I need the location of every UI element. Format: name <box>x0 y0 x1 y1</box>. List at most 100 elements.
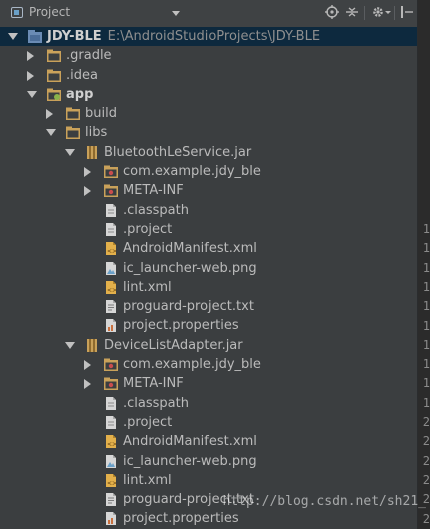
folder-icon <box>65 106 81 121</box>
line-number: 1 <box>422 241 430 256</box>
properties-file-icon <box>103 511 119 526</box>
tree-row[interactable]: libs <box>0 123 417 142</box>
tree-item-label: .project <box>123 414 173 430</box>
tree-item-label: AndroidManifest.xml <box>123 434 257 450</box>
toolbar-separator <box>364 6 365 20</box>
jar-icon <box>84 338 100 353</box>
tree-item-label: AndroidManifest.xml <box>123 241 257 257</box>
tree-row[interactable]: <> AndroidManifest.xml <box>0 432 417 451</box>
folder-icon <box>46 68 62 83</box>
gear-dropdown-icon[interactable] <box>384 5 392 21</box>
tree-row[interactable]: <> AndroidManifest.xml <box>0 239 417 258</box>
tree-row[interactable]: <> lint.xml <box>0 471 417 490</box>
jar-icon <box>84 145 100 160</box>
tree-row[interactable]: ic_launcher-web.png <box>0 452 417 471</box>
tree-row[interactable]: META-INF <box>0 374 417 393</box>
tree-item-label: .classpath <box>123 202 189 218</box>
line-number: 2 <box>422 434 430 449</box>
properties-file-icon <box>103 318 119 333</box>
line-number: 1 <box>422 318 430 333</box>
tree-row[interactable]: app <box>0 85 417 104</box>
android-module-icon <box>46 87 62 102</box>
hide-icon[interactable] <box>399 5 415 21</box>
expand-arrow-right-icon[interactable] <box>84 360 91 371</box>
package-icon <box>103 164 119 179</box>
toolbar-separator <box>394 6 395 20</box>
watermark: http://blog.csdn.net/sh21_ <box>222 494 427 509</box>
project-view-selector[interactable]: Project <box>29 5 70 19</box>
tree-row[interactable]: com.example.jdy_ble <box>0 162 417 181</box>
module-icon <box>27 29 43 44</box>
collapse-all-icon[interactable] <box>344 5 360 21</box>
folder-icon <box>65 125 81 140</box>
tree-row[interactable]: DeviceListAdapter.jar <box>0 336 417 355</box>
expand-arrow-right-icon[interactable] <box>84 186 91 197</box>
tree-row[interactable]: build <box>0 104 417 123</box>
tree-item-label: com.example.jdy_ble <box>123 164 261 180</box>
tree-row[interactable]: JDY-BLE E:\AndroidStudioProjects\JDY-BLE <box>0 27 417 47</box>
tree-row[interactable]: <> lint.xml <box>0 278 417 297</box>
expand-arrow-down-icon[interactable] <box>65 341 75 349</box>
project-toolbar: Project <box>0 0 417 28</box>
project-panel: Project JDY-BLE E:\AndroidStudioProjects\… <box>0 0 418 529</box>
tree-row[interactable]: com.example.jdy_ble <box>0 355 417 374</box>
tree-row[interactable]: ic_launcher-web.png <box>0 259 417 278</box>
expand-arrow-right-icon[interactable] <box>46 109 53 120</box>
tree-row[interactable]: BluetoothLeService.jar <box>0 143 417 162</box>
tree-item-label: proguard-project.txt <box>123 299 254 315</box>
tree-row[interactable]: proguard-project.txt <box>0 297 417 316</box>
xml-file-icon: <> <box>103 473 119 488</box>
target-icon[interactable] <box>324 5 340 21</box>
tree-row[interactable]: .gradle <box>0 46 417 65</box>
tree-row[interactable]: project.properties <box>0 509 417 528</box>
tree-item-label: app <box>66 86 94 102</box>
tree-item-label: .idea <box>66 67 98 83</box>
line-number: 2 <box>422 415 430 429</box>
expand-arrow-down-icon[interactable] <box>65 148 75 156</box>
package-icon <box>103 357 119 372</box>
line-number: 1 <box>422 260 430 275</box>
line-number: 2 <box>422 511 430 526</box>
tree-item-label: lint.xml <box>123 279 172 295</box>
tree-row[interactable]: .idea <box>0 66 417 85</box>
tree-item-label: .project <box>123 221 173 237</box>
expand-arrow-right-icon[interactable] <box>27 70 34 81</box>
xml-file-icon: <> <box>103 241 119 256</box>
package-icon <box>103 183 119 198</box>
tree-row[interactable]: META-INF <box>0 181 417 200</box>
expand-arrow-right-icon[interactable] <box>27 51 34 62</box>
line-number: 1 <box>422 357 430 372</box>
tree-row[interactable]: project.properties <box>0 316 417 335</box>
line-number: 1 <box>422 279 430 294</box>
line-number: 1 <box>422 299 430 314</box>
tree-item-label: .gradle <box>66 48 112 64</box>
tree-row[interactable]: .project <box>0 413 417 432</box>
svg-text:<>: <> <box>107 248 117 255</box>
expand-arrow-right-icon[interactable] <box>84 167 91 178</box>
svg-text:<>: <> <box>107 441 117 448</box>
line-number: 2 <box>422 453 430 468</box>
expand-arrow-right-icon[interactable] <box>84 379 91 390</box>
project-path: E:\AndroidStudioProjects\JDY-BLE <box>107 29 321 44</box>
file-icon <box>103 396 119 411</box>
expand-arrow-down-icon[interactable] <box>27 90 37 98</box>
tree-row[interactable]: .project <box>0 220 417 239</box>
line-number: 1 <box>422 222 430 236</box>
folder-icon <box>46 48 62 63</box>
line-number: 2 <box>422 472 430 487</box>
line-number: 1 <box>422 337 430 352</box>
file-icon <box>103 203 119 218</box>
tree-item-label: JDY-BLE E:\AndroidStudioProjects\JDY-BLE <box>47 29 321 44</box>
tree-item-label: BluetoothLeService.jar <box>104 144 252 160</box>
image-file-icon <box>103 261 119 276</box>
xml-file-icon: <> <box>103 434 119 449</box>
tree-row[interactable]: .classpath <box>0 394 417 413</box>
expand-arrow-down-icon[interactable] <box>8 33 18 40</box>
tree-row[interactable]: .classpath <box>0 201 417 220</box>
line-number: 1 <box>422 376 430 391</box>
project-view-icon <box>11 7 23 18</box>
expand-arrow-down-icon[interactable] <box>46 129 56 137</box>
chevron-down-icon[interactable] <box>172 11 180 16</box>
tree-item-label: DeviceListAdapter.jar <box>104 337 243 353</box>
tree-item-label: META-INF <box>123 183 184 199</box>
